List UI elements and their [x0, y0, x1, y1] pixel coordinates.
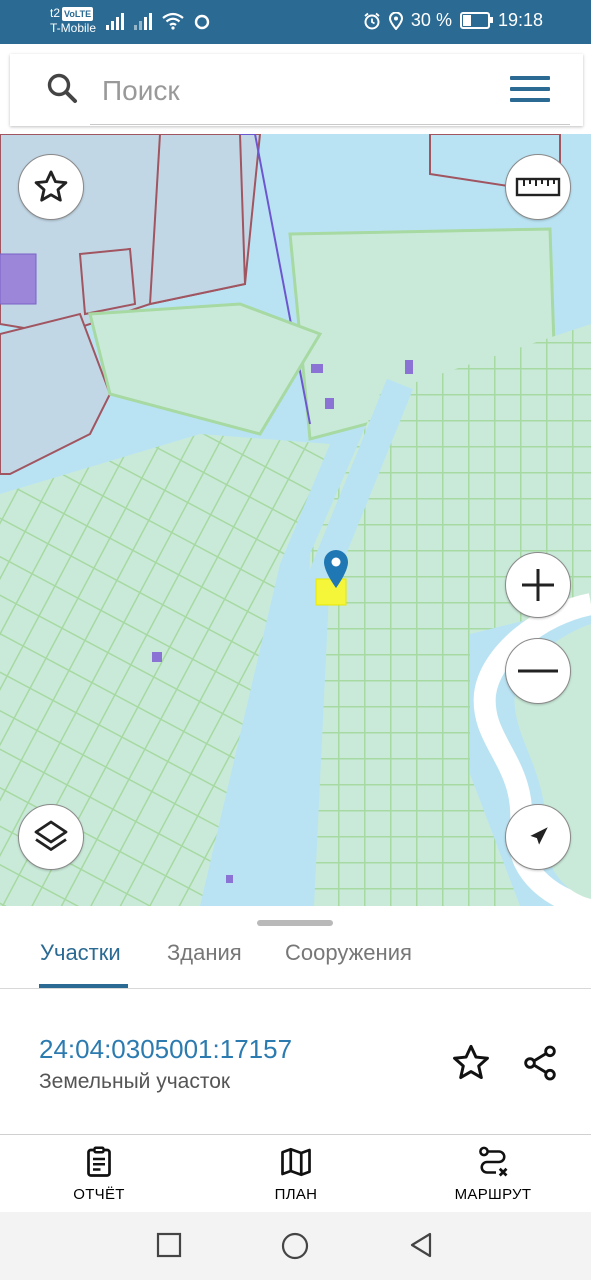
search-input[interactable]	[100, 72, 484, 110]
search-underline	[90, 124, 570, 125]
tab-parcels[interactable]: Участки	[40, 940, 121, 966]
layers-icon	[34, 820, 68, 851]
carrier-info: t2 VoLTE T-Mobile	[50, 6, 96, 35]
zoom-out-button[interactable]	[505, 638, 571, 704]
nav-route-label: МАРШРУТ	[454, 1186, 532, 1203]
cadastral-number[interactable]: 24:04:0305001:17157	[39, 1034, 292, 1065]
navigation-arrow-icon	[530, 827, 548, 845]
carrier-name: t2	[50, 6, 61, 20]
tab-buildings[interactable]: Здания	[167, 940, 242, 966]
chat-bubble-icon	[194, 14, 210, 30]
favorite-fab[interactable]	[18, 154, 84, 220]
clock: 19:18	[497, 10, 543, 30]
recent-apps-icon[interactable]	[156, 1232, 182, 1258]
nav-plan-label: ПЛАН	[274, 1186, 318, 1203]
nav-plan[interactable]: ПЛАН	[257, 1144, 335, 1203]
ruler-fab[interactable]	[505, 154, 571, 220]
cadastral-map[interactable]	[0, 134, 591, 906]
sheet-divider	[0, 1134, 591, 1135]
wifi-icon	[162, 12, 184, 30]
system-navigation-bar	[0, 1212, 591, 1280]
home-icon[interactable]	[281, 1232, 309, 1260]
map-canvas[interactable]	[0, 134, 591, 906]
battery-level	[462, 15, 471, 26]
signal-indicators	[106, 12, 210, 30]
bottom-navigation: ОТЧЁТ ПЛАН МАРШРУТ	[0, 1136, 591, 1212]
minus-icon	[518, 669, 558, 673]
status-right: 30 % 19:18	[363, 10, 543, 31]
map-icon	[281, 1147, 311, 1177]
plus-icon	[522, 569, 554, 601]
route-icon	[479, 1146, 508, 1177]
favorite-star-icon[interactable]	[450, 1042, 492, 1084]
layers-button[interactable]	[18, 804, 84, 870]
share-icon[interactable]	[520, 1042, 560, 1084]
object-type-tabs: Участки Здания Сооружения	[0, 930, 591, 989]
signal-icon-secondary	[134, 12, 152, 30]
nav-report[interactable]: ОТЧЁТ	[60, 1144, 138, 1203]
volte-badge: VoLTE	[62, 7, 94, 21]
nav-report-label: ОТЧЁТ	[73, 1186, 125, 1203]
active-tab-indicator	[39, 984, 128, 988]
parcel-type: Земельный участок	[39, 1070, 231, 1093]
star-icon	[34, 170, 68, 202]
battery-percent: 30 %	[410, 10, 452, 30]
battery-icon	[459, 12, 493, 29]
nav-route[interactable]: МАРШРУТ	[448, 1144, 538, 1203]
search-icon[interactable]	[46, 72, 78, 104]
zoom-in-button[interactable]	[505, 552, 571, 618]
carrier-name-secondary: T-Mobile	[50, 21, 97, 35]
sheet-drag-handle[interactable]	[257, 920, 333, 926]
status-bar: t2 VoLTE T-Mobile 30 % 19:18	[0, 0, 591, 44]
back-icon[interactable]	[408, 1232, 434, 1258]
my-location-button[interactable]	[505, 804, 571, 870]
ruler-icon	[515, 177, 561, 197]
report-icon	[87, 1146, 111, 1177]
search-bar	[10, 54, 583, 126]
location-icon	[388, 11, 403, 30]
tab-structures[interactable]: Сооружения	[285, 940, 412, 966]
alarm-icon	[364, 12, 380, 29]
details-sheet: Участки Здания Сооружения 24:04:0305001:…	[0, 906, 591, 1136]
signal-icon	[106, 12, 124, 30]
hamburger-menu-icon[interactable]	[510, 74, 550, 104]
